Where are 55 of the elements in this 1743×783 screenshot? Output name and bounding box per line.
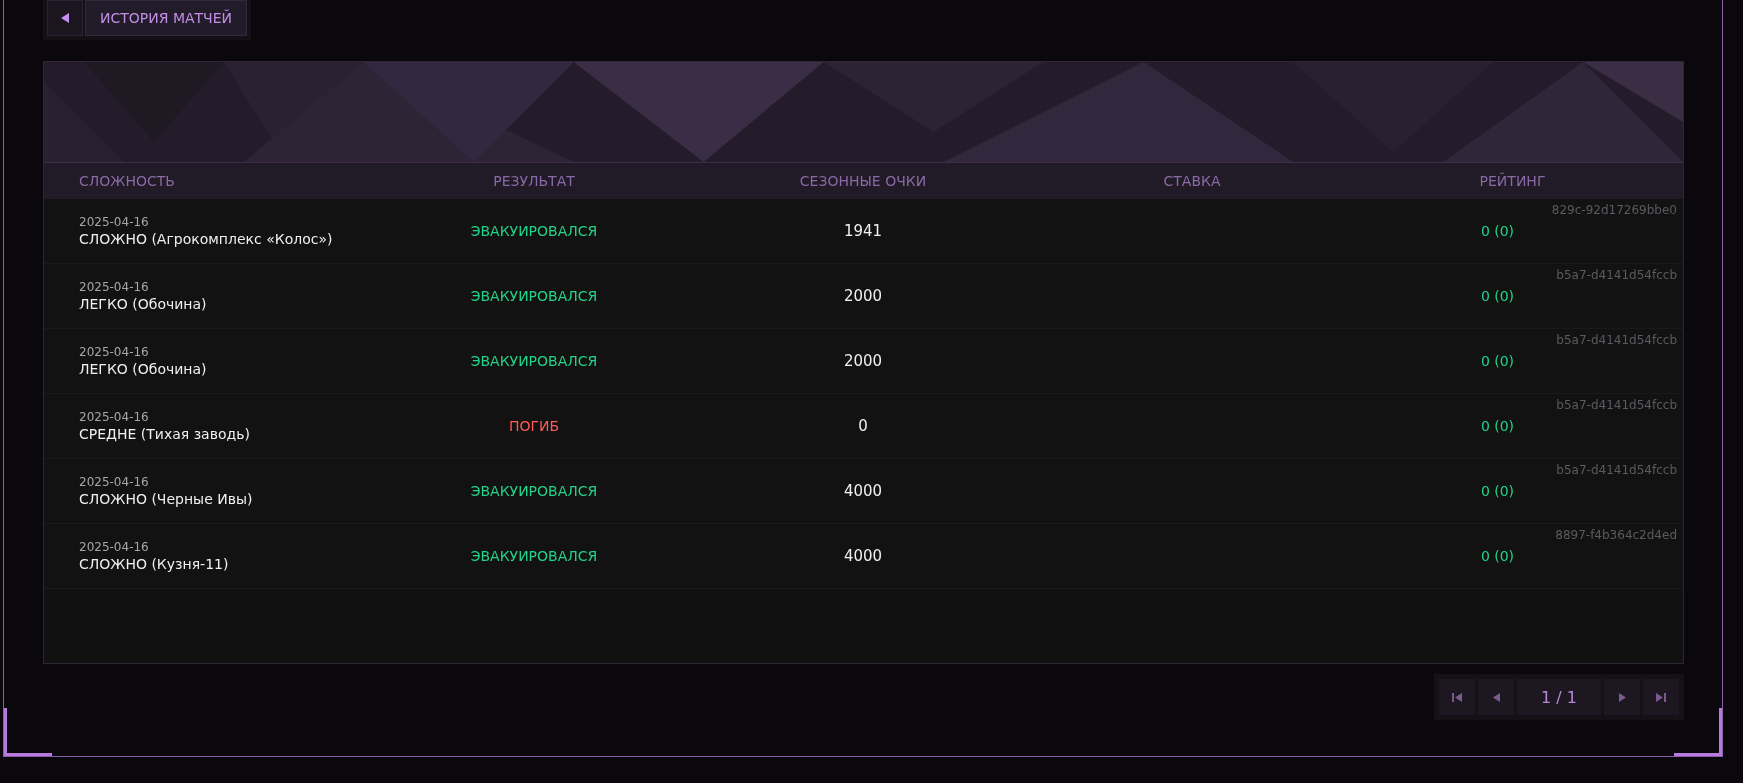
next-page-button[interactable] <box>1604 679 1640 715</box>
previous-icon <box>1492 692 1500 702</box>
last-page-button[interactable] <box>1643 679 1679 715</box>
match-date: 2025-04-16 <box>79 540 150 554</box>
match-date: 2025-04-16 <box>79 345 150 359</box>
previous-page-button[interactable] <box>1478 679 1514 715</box>
match-id: b5a7-d4141d54fccb <box>1556 398 1677 412</box>
result-text: ЭВАКУИРОВАЛСЯ <box>470 288 598 304</box>
points-text: 4000 <box>843 547 883 565</box>
points-text: 2000 <box>843 352 883 370</box>
match-date: 2025-04-16 <box>79 215 150 229</box>
difficulty-text: СЛОЖНО (Агрокомплекс «Колос») <box>79 231 334 247</box>
difficulty-text: ЛЕГКО (Обочина) <box>79 361 208 377</box>
points-text: 2000 <box>843 287 883 305</box>
match-date: 2025-04-16 <box>79 410 150 424</box>
back-icon <box>61 13 69 23</box>
match-history-tab[interactable]: ИСТОРИЯ МАТЧЕЙ <box>85 0 248 36</box>
difficulty-text: СЛОЖНО (Кузня-11) <box>79 556 230 572</box>
rating-text: 0 (0) <box>1480 418 1515 434</box>
result-text: ЭВАКУИРОВАЛСЯ <box>470 353 598 369</box>
match-id: b5a7-d4141d54fccb <box>1556 463 1677 477</box>
points-text: 1941 <box>843 222 883 240</box>
next-icon <box>1618 692 1626 702</box>
difficulty-text: СРЕДНЕ (Тихая заводь) <box>79 426 251 442</box>
match-id: 829c-92d17269bbe0 <box>1551 203 1677 217</box>
rating-text: 0 (0) <box>1480 353 1515 369</box>
column-header: СЕЗОННЫЕ ОЧКИ <box>799 173 927 189</box>
first-page-icon <box>1452 692 1462 702</box>
difficulty-text: ЛЕГКО (Обочина) <box>79 296 208 312</box>
column-header: РЕЙТИНГ <box>1479 173 1546 189</box>
column-header: СЛОЖНОСТЬ <box>78 173 175 189</box>
last-page-icon <box>1656 692 1666 702</box>
result-text: ПОГИБ <box>508 418 560 434</box>
match-id: 8897-f4b364c2d4ed <box>1555 528 1677 542</box>
corner-bracket <box>1674 708 1722 756</box>
rating-text: 0 (0) <box>1480 288 1515 304</box>
rating-text: 0 (0) <box>1480 223 1515 239</box>
points-text: 0 <box>858 417 868 435</box>
result-text: ЭВАКУИРОВАЛСЯ <box>470 483 598 499</box>
match-date: 2025-04-16 <box>79 280 150 294</box>
corner-bracket <box>4 708 52 756</box>
rating-text: 0 (0) <box>1480 548 1515 564</box>
page-indicator: 1 / 1 <box>1517 679 1601 715</box>
result-text: ЭВАКУИРОВАЛСЯ <box>470 548 598 564</box>
match-id: b5a7-d4141d54fccb <box>1556 268 1677 282</box>
match-id: b5a7-d4141d54fccb <box>1556 333 1677 347</box>
match-date: 2025-04-16 <box>79 475 150 489</box>
first-page-button[interactable] <box>1439 679 1475 715</box>
points-text: 4000 <box>843 482 883 500</box>
column-header: СТАВКА <box>1163 173 1221 189</box>
back-button[interactable] <box>47 0 83 36</box>
column-header: РЕЗУЛЬТАТ <box>493 173 575 189</box>
result-text: ЭВАКУИРОВАЛСЯ <box>470 223 598 239</box>
rating-text: 0 (0) <box>1480 483 1515 499</box>
difficulty-text: СЛОЖНО (Черные Ивы) <box>79 491 254 507</box>
